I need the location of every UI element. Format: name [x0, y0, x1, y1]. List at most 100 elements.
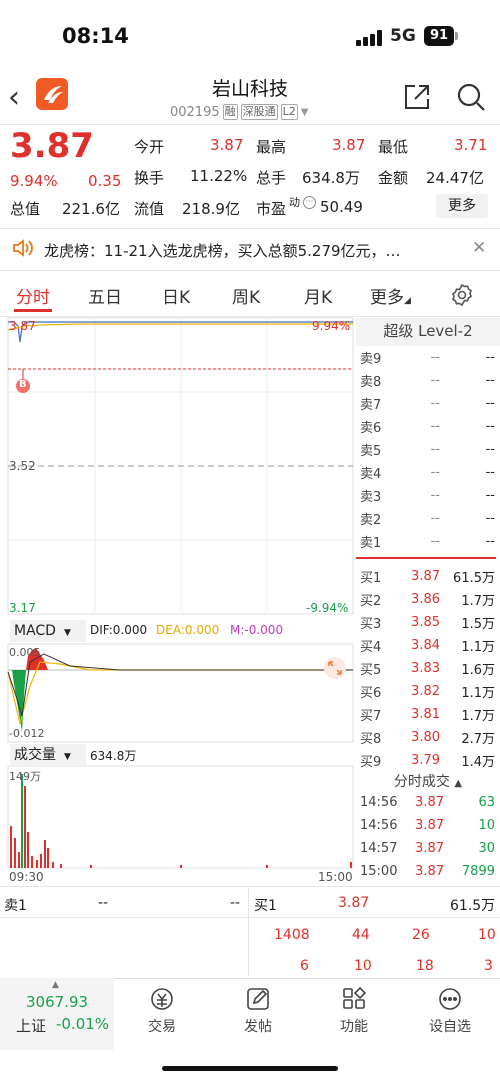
- gear-icon[interactable]: [450, 283, 474, 307]
- level2-title[interactable]: 超级 Level-2: [356, 318, 500, 346]
- active-tab-indicator: [14, 309, 52, 312]
- volume-max-label: 149万: [9, 770, 41, 783]
- ask-row[interactable]: 卖5 -- --: [360, 438, 495, 461]
- bid-price: 3.87: [411, 569, 440, 584]
- low-label: 最低: [378, 138, 409, 156]
- nav-functions[interactable]: 功能: [314, 986, 394, 1036]
- mktcap-label: 总值: [10, 200, 41, 218]
- bid-volume: 1.6万: [461, 663, 495, 678]
- nav-post[interactable]: 发帖: [218, 986, 298, 1036]
- bid-price: 3.83: [411, 661, 440, 676]
- bid-row[interactable]: 买2 3.86 1.7万: [360, 588, 495, 611]
- tab-intraday[interactable]: 分时: [16, 283, 50, 308]
- trade-row: 15:00 3.87 7899: [360, 864, 495, 879]
- more-button[interactable]: 更多: [436, 194, 488, 218]
- ask-volume: --: [485, 465, 495, 480]
- intraday-chart[interactable]: [0, 316, 356, 888]
- ask-row[interactable]: 卖2 -- --: [360, 507, 495, 530]
- trade-vol: 30: [478, 841, 495, 856]
- ask-row[interactable]: 卖4 -- --: [360, 461, 495, 484]
- tab-weekly-k[interactable]: 周K: [232, 283, 260, 308]
- index-name: 上证: [16, 1017, 47, 1035]
- ask-volume: --: [485, 488, 495, 503]
- bid-volume: 1.7万: [461, 709, 495, 724]
- bid-row[interactable]: 买6 3.82 1.1万: [360, 680, 495, 703]
- edit-icon: [247, 988, 269, 1010]
- ask-row[interactable]: 卖1 -- --: [360, 530, 495, 553]
- ask-price: --: [430, 442, 440, 457]
- bid-price: 3.81: [411, 707, 440, 722]
- trade-time: 14:57: [360, 841, 398, 856]
- tab-five-day[interactable]: 五日: [88, 283, 122, 308]
- high-label: 最高: [256, 138, 287, 156]
- volume-bars: [10, 774, 352, 868]
- bid-row[interactable]: 买9 3.79 1.4万: [360, 749, 495, 772]
- bid-row[interactable]: 买7 3.81 1.7万: [360, 703, 495, 726]
- bid-row[interactable]: 买5 3.83 1.6万: [360, 657, 495, 680]
- time-start-label: 09:30: [9, 870, 44, 884]
- trade-time: 14:56: [360, 795, 398, 810]
- volume-total: 634.8万: [90, 749, 137, 763]
- bid-row[interactable]: 买8 3.80 2.7万: [360, 726, 495, 749]
- more-dots-icon: [439, 988, 461, 1010]
- ask-price: --: [430, 419, 440, 434]
- ask-volume: --: [485, 442, 495, 457]
- buy1-price: 3.87: [338, 895, 370, 911]
- nav-trade[interactable]: 交易: [122, 986, 202, 1036]
- bid-row[interactable]: 买1 3.87 61.5万: [360, 565, 495, 588]
- notice-text[interactable]: 龙虎榜：11-21入选龙虎榜，买入总额5.279亿元，…: [44, 240, 454, 261]
- volume-selector[interactable]: 成交量 ▼: [10, 744, 86, 766]
- status-time: 08:14: [62, 24, 129, 48]
- ask-volume: --: [485, 534, 495, 549]
- tag-margin: 融: [222, 104, 238, 120]
- trade-price: 3.87: [415, 864, 444, 879]
- sell1-label: 卖1: [4, 898, 27, 914]
- chevron-down-icon[interactable]: ▼: [301, 107, 309, 118]
- bid-name: 买9: [360, 755, 382, 770]
- bid-name: 买6: [360, 686, 382, 701]
- ask-row[interactable]: 卖3 -- --: [360, 484, 495, 507]
- sell1-price: --: [98, 895, 109, 911]
- bid-price: 3.82: [411, 684, 440, 699]
- buy1-label: 买1: [254, 898, 277, 914]
- ask-row[interactable]: 卖6 -- --: [360, 415, 495, 438]
- ask-row[interactable]: 卖8 -- --: [360, 369, 495, 392]
- stock-code-row: 002195 融 深股通 L2 ▼: [170, 104, 308, 120]
- nav-watchlist[interactable]: 设自选: [410, 986, 490, 1036]
- trade-row: 14:57 3.87 30: [360, 841, 495, 856]
- queue-cell: 6: [300, 958, 309, 974]
- bid-row[interactable]: 买3 3.85 1.5万: [360, 611, 495, 634]
- price-top-label: 3.87: [9, 319, 36, 333]
- bid-volume: 2.7万: [461, 732, 495, 747]
- info-dots-icon[interactable]: ···: [303, 196, 316, 209]
- dea-line: [7, 661, 353, 725]
- battery-icon: 91: [424, 26, 454, 46]
- tab-more[interactable]: 更多◢: [370, 283, 411, 308]
- ask-row[interactable]: 卖9 -- --: [360, 346, 495, 369]
- mktcap-value: 221.6亿: [62, 200, 120, 218]
- trade-price: 3.87: [415, 818, 444, 833]
- trade-time: 15:00: [360, 864, 398, 879]
- share-icon[interactable]: [402, 82, 432, 112]
- close-icon[interactable]: ✕: [472, 238, 486, 258]
- trade-vol: 63: [478, 795, 495, 810]
- tab-daily-k[interactable]: 日K: [162, 283, 190, 308]
- ask-name: 卖9: [360, 352, 382, 367]
- bid-row[interactable]: 买4 3.84 1.1万: [360, 634, 495, 657]
- trade-row: 14:56 3.87 63: [360, 795, 495, 810]
- high-value: 3.87: [332, 136, 366, 154]
- turnover-value: 11.22%: [190, 167, 248, 185]
- tab-monthly-k[interactable]: 月K: [304, 283, 332, 308]
- change-amount: 0.35: [88, 172, 122, 190]
- ask-volume: --: [485, 511, 495, 526]
- time-end-label: 15:00: [318, 870, 353, 884]
- search-icon[interactable]: [456, 82, 486, 112]
- amount-value: 24.47亿: [426, 169, 484, 187]
- price-mid-label: 3.52: [9, 459, 36, 473]
- macd-selector[interactable]: MACD ▼: [10, 620, 86, 642]
- home-indicator: [162, 1066, 338, 1071]
- battery-cap: [455, 32, 458, 40]
- queue-cell: 26: [412, 927, 430, 943]
- ask-row[interactable]: 卖7 -- --: [360, 392, 495, 415]
- trades-title[interactable]: 分时成交 ▲: [356, 770, 500, 794]
